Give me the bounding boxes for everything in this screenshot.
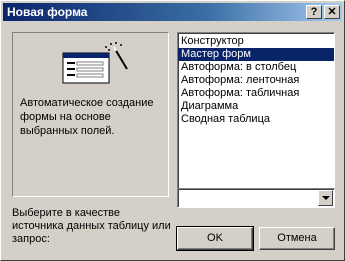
close-button[interactable]: ✕ [324, 5, 340, 19]
description-text: Автоматическое создание формы на основе … [20, 97, 154, 137]
ok-button[interactable]: OK [176, 226, 254, 251]
list-item[interactable]: Мастер форм [178, 48, 334, 61]
chevron-down-icon[interactable] [318, 190, 333, 206]
list-item[interactable]: Автоформа: ленточная [178, 74, 334, 87]
title-bar[interactable]: Новая форма ? ✕ [3, 3, 342, 21]
list-item[interactable]: Автоформа: в столбец [178, 61, 334, 74]
list-item[interactable]: Конструктор [178, 35, 334, 48]
form-wizard-icon [62, 42, 128, 84]
form-type-listbox[interactable]: Конструктор Мастер форм Автоформа: в столб… [177, 32, 335, 197]
cancel-button[interactable]: Отмена [259, 227, 335, 250]
window-title: Новая форма [7, 5, 88, 19]
help-button[interactable]: ? [306, 5, 322, 19]
list-item[interactable]: Сводная таблица [178, 113, 334, 126]
list-item[interactable]: Автоформа: табличная [178, 87, 334, 100]
new-form-dialog: Новая форма ? ✕ Автоматическое создание … [0, 0, 345, 261]
source-label: Выберите в качестве источника данных таб… [12, 207, 171, 245]
preview-panel: Автоматическое создание формы на основе … [12, 32, 169, 197]
list-item[interactable]: Диаграмма [178, 100, 334, 113]
source-combobox[interactable] [177, 188, 335, 208]
